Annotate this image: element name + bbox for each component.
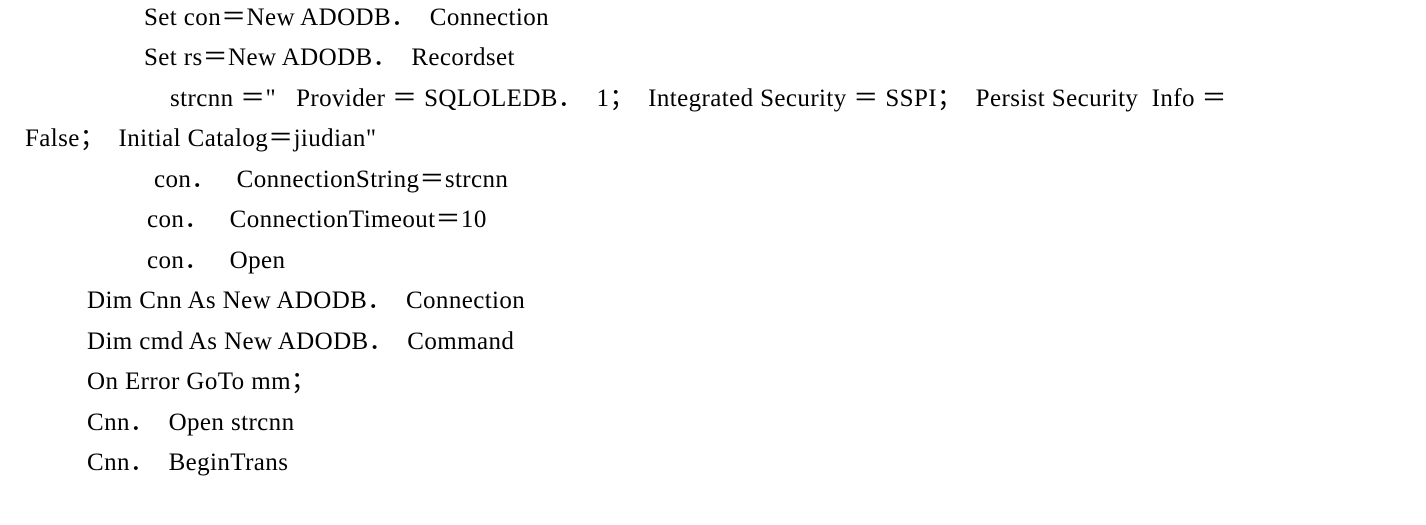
code-line: On Error GoTo mm； [87,368,317,395]
code-line: con． ConnectionString＝strcnn [154,166,509,193]
code-line: Set rs＝New ADODB． Recordset [144,44,515,71]
code-line: con． Open [147,247,286,274]
code-line: Cnn． Open strcnn [87,409,295,436]
code-line: con． ConnectionTimeout＝10 [147,206,487,233]
code-line: Dim cmd As New ADODB． Command [87,328,515,355]
code-line: Set con＝New ADODB． Connection [144,4,550,31]
code-line: False； Initial Catalog＝jiudian" [25,125,377,152]
code-listing-page: Set con＝New ADODB． Connection Set rs＝New … [0,0,1426,525]
code-line: strcnn ＝" Provider ＝ SQLOLEDB． 1； Integr… [170,85,1227,112]
code-line: Dim Cnn As New ADODB． Connection [87,287,526,314]
code-line: Cnn． BeginTrans [87,449,289,476]
